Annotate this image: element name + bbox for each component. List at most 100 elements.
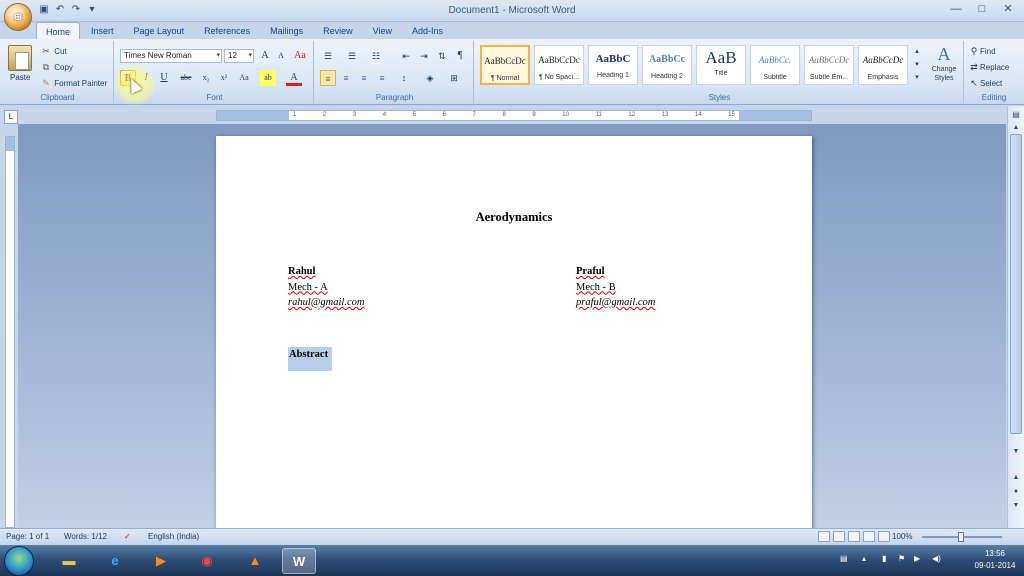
font-size-combo[interactable]: 12 ▾: [224, 49, 254, 63]
borders-icon[interactable]: ⊞: [446, 70, 462, 86]
scroll-up-icon[interactable]: ▲: [1010, 122, 1022, 134]
tab-references[interactable]: References: [195, 22, 259, 40]
style-heading-2[interactable]: AaBbCc Heading 2: [642, 45, 692, 85]
style-subtitle[interactable]: AaBbCc. Subtitle: [750, 45, 800, 85]
paste-icon[interactable]: [8, 45, 32, 71]
author-name[interactable]: Praful: [576, 264, 655, 280]
superscript-button[interactable]: x²: [216, 70, 232, 86]
subscript-button[interactable]: x₂: [198, 70, 214, 86]
cut-button[interactable]: ✂ Cut: [40, 45, 66, 57]
show-formatting-icon[interactable]: ¶: [452, 48, 468, 64]
clock[interactable]: 13:56 09-01-2014: [970, 548, 1020, 572]
outline-icon[interactable]: [863, 531, 875, 542]
select-button[interactable]: ↖ Select: [968, 77, 1002, 89]
zoom-knob[interactable]: [958, 532, 964, 542]
author-block-2[interactable]: Praful Mech - B praful@gmail.com: [576, 264, 655, 311]
style-normal[interactable]: AaBbCcDc ¶ Normal: [480, 45, 530, 85]
author-dept[interactable]: Mech - B: [576, 280, 655, 296]
view-ruler-icon[interactable]: ▤: [1009, 108, 1023, 122]
page-count[interactable]: Page: 1 of 1: [6, 532, 49, 541]
tab-selector-button[interactable]: L: [4, 110, 18, 124]
multilevel-list-icon[interactable]: ☷: [368, 48, 384, 64]
underline-button[interactable]: U: [156, 70, 172, 86]
draft-icon[interactable]: [878, 531, 890, 542]
document-page[interactable]: Aerodynamics Rahul Mech - A rahul@gmail.…: [216, 136, 812, 536]
tab-mailings[interactable]: Mailings: [261, 22, 312, 40]
zoom-level[interactable]: 100%: [892, 532, 912, 541]
abstract-heading-selected[interactable]: Abstract: [288, 347, 333, 371]
shrink-font-button[interactable]: A: [273, 48, 289, 64]
align-center-icon[interactable]: ≡: [338, 70, 354, 86]
start-button[interactable]: [4, 546, 34, 576]
horizontal-ruler[interactable]: 1 2 3 4 5 6 7 8 9 10 11 12 13 14 15: [216, 110, 812, 121]
tab-review[interactable]: Review: [314, 22, 362, 40]
format-painter-button[interactable]: ✎ Format Painter: [40, 77, 107, 89]
vertical-ruler[interactable]: [5, 136, 15, 528]
font-color-button[interactable]: A: [286, 70, 302, 86]
author-name[interactable]: Rahul: [288, 264, 364, 280]
align-left-icon[interactable]: ≡: [320, 70, 336, 86]
author-email[interactable]: praful@gmail.com: [576, 295, 655, 311]
increase-indent-icon[interactable]: ⇥: [416, 48, 432, 64]
word-icon[interactable]: W: [282, 548, 316, 574]
tab-view[interactable]: View: [364, 22, 401, 40]
document-heading[interactable]: Aerodynamics: [216, 210, 812, 225]
tab-insert[interactable]: Insert: [82, 22, 123, 40]
office-button[interactable]: ⊕: [4, 3, 32, 31]
next-page-icon[interactable]: ▼: [1010, 500, 1022, 512]
vertical-scrollbar[interactable]: ▲ ▼ ▲ ● ▼: [1007, 106, 1024, 528]
tab-add-ins[interactable]: Add-Ins: [403, 22, 452, 40]
tab-page-layout[interactable]: Page Layout: [125, 22, 194, 40]
ie-icon[interactable]: e: [98, 548, 132, 574]
scroll-down-icon[interactable]: ▼: [1010, 446, 1022, 458]
explorer-icon[interactable]: ▬: [52, 548, 86, 574]
author-block-1[interactable]: Rahul Mech - A rahul@gmail.com: [288, 264, 364, 311]
select-browse-object-icon[interactable]: ●: [1010, 486, 1022, 498]
grow-font-button[interactable]: A: [257, 48, 273, 64]
styles-scroll[interactable]: ▴ ▾ ▾: [912, 45, 922, 85]
justify-icon[interactable]: ≡: [374, 70, 390, 86]
font-family-combo[interactable]: Times New Roman ▾: [120, 49, 222, 63]
shading-icon[interactable]: ◈: [422, 70, 438, 86]
align-right-icon[interactable]: ≡: [356, 70, 372, 86]
author-dept[interactable]: Mech - A: [288, 280, 364, 296]
style-emphasis[interactable]: AaBbCcDc Emphasis: [858, 45, 908, 85]
style-heading-1[interactable]: AaBbC Heading 1: [588, 45, 638, 85]
media-player-icon[interactable]: ▶: [144, 548, 178, 574]
action-center-icon[interactable]: ▤: [840, 554, 848, 563]
tab-home[interactable]: Home: [36, 22, 81, 40]
media-icon[interactable]: ▶: [914, 554, 920, 563]
style-subtle-emphasis[interactable]: AaBbCcDc Subtle Em...: [804, 45, 854, 85]
network-icon[interactable]: ▮: [882, 554, 886, 563]
bullets-icon[interactable]: ☰: [320, 48, 336, 64]
sort-icon[interactable]: ⇅: [434, 48, 450, 64]
change-styles-button[interactable]: A Change Styles: [926, 43, 962, 83]
strikethrough-button[interactable]: abe: [178, 70, 194, 86]
clear-formatting-button[interactable]: Aa: [292, 48, 308, 64]
author-email[interactable]: rahul@gmail.com: [288, 295, 364, 311]
style-no-spacing[interactable]: AaBbCcDc ¶ No Spaci...: [534, 45, 584, 85]
zoom-slider[interactable]: [922, 532, 1002, 542]
vlc-icon[interactable]: ▲: [238, 548, 272, 574]
web-layout-icon[interactable]: [848, 531, 860, 542]
word-count[interactable]: Words: 1/12: [64, 532, 107, 541]
paste-button[interactable]: Paste: [10, 73, 30, 82]
change-case-button[interactable]: Aa: [236, 70, 252, 86]
close-button[interactable]: ✕: [996, 2, 1020, 18]
copy-button[interactable]: ⧉ Copy: [40, 61, 73, 73]
show-hidden-icon[interactable]: ▴: [862, 554, 866, 563]
language[interactable]: English (India): [148, 532, 199, 541]
print-layout-icon[interactable]: [818, 531, 830, 542]
numbering-icon[interactable]: ☰: [344, 48, 360, 64]
style-title[interactable]: AaB Title: [696, 45, 746, 85]
minimize-button[interactable]: —: [944, 2, 968, 18]
find-button[interactable]: ⚲ Find: [968, 45, 996, 57]
previous-page-icon[interactable]: ▲: [1010, 472, 1022, 484]
chrome-icon[interactable]: ◉: [190, 548, 224, 574]
proofing-icon[interactable]: ✓: [124, 532, 131, 541]
scrollbar-thumb[interactable]: [1010, 134, 1022, 434]
full-screen-reading-icon[interactable]: [833, 531, 845, 542]
line-spacing-icon[interactable]: ↕: [396, 70, 412, 86]
decrease-indent-icon[interactable]: ⇤: [398, 48, 414, 64]
volume-icon[interactable]: ◀): [932, 554, 941, 563]
